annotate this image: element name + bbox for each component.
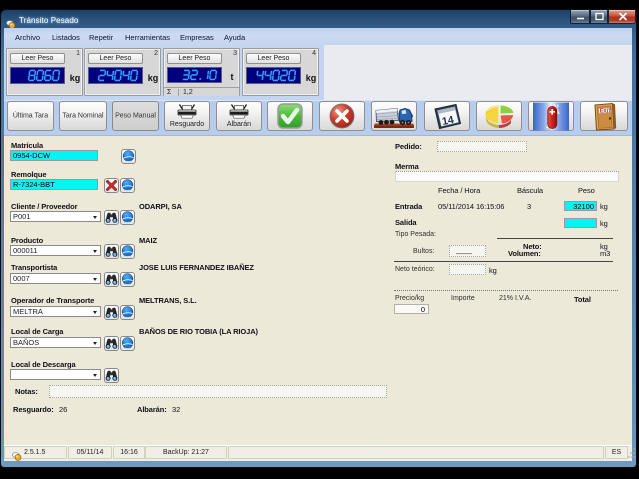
svg-text:14: 14: [441, 114, 455, 128]
svg-text:EXIT: EXIT: [600, 108, 612, 114]
